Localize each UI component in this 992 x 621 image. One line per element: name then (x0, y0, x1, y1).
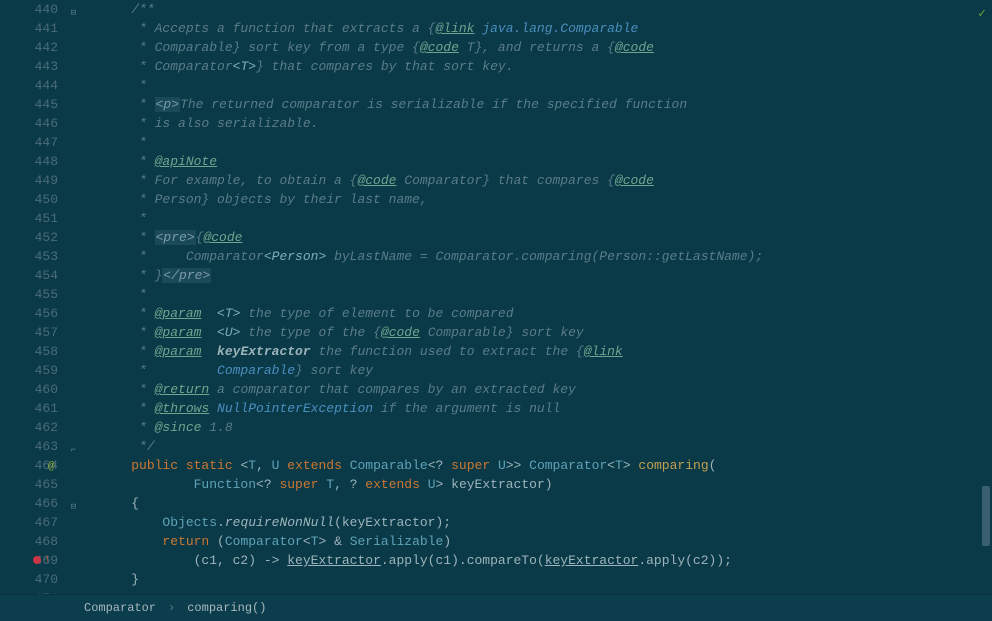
gutter-line[interactable]: 464@ (0, 456, 64, 475)
gutter-line[interactable]: 463⌐ (0, 437, 64, 456)
code-editor[interactable]: 440⊟441442443444445446447448449450451452… (0, 0, 992, 594)
code-line[interactable]: * (100, 133, 992, 152)
code-line[interactable]: * @apiNote (100, 152, 992, 171)
gutter[interactable]: 440⊟441442443444445446447448449450451452… (0, 0, 70, 594)
scrollbar-thumb[interactable] (982, 486, 990, 546)
code-line[interactable]: * @return a comparator that compares by … (100, 380, 992, 399)
code-line[interactable]: * @since 1.8 (100, 418, 992, 437)
code-line[interactable]: * (100, 76, 992, 95)
code-line[interactable]: * Comparable} sort key from a type {@cod… (100, 38, 992, 57)
gutter-line[interactable]: 459 (0, 361, 64, 380)
gutter-line[interactable]: 470 (0, 570, 64, 589)
code-line[interactable]: (c1, c2) -> keyExtractor.apply(c1).compa… (100, 551, 992, 570)
code-line[interactable]: * @throws NullPointerException if the ar… (100, 399, 992, 418)
gutter-line[interactable]: 453 (0, 247, 64, 266)
chevron-right-icon: › (168, 599, 175, 618)
code-line[interactable]: Function<? super T, ? extends U> keyExtr… (100, 475, 992, 494)
code-line[interactable] (100, 589, 992, 594)
gutter-line[interactable]: 446 (0, 114, 64, 133)
gutter-line[interactable]: 454 (0, 266, 64, 285)
breadcrumb[interactable]: Comparator › comparing() (0, 594, 992, 621)
gutter-line[interactable]: 448 (0, 152, 64, 171)
code-line[interactable]: * Person} objects by their last name, (100, 190, 992, 209)
gutter-line[interactable]: 467 (0, 513, 64, 532)
code-line[interactable]: * Accepts a function that extracts a {@l… (100, 19, 992, 38)
code-line[interactable]: * Comparator<T>} that compares by that s… (100, 57, 992, 76)
code-line[interactable]: * @param <T> the type of element to be c… (100, 304, 992, 323)
code-line[interactable]: * Comparable} sort key (100, 361, 992, 380)
code-line[interactable]: * @param <U> the type of the {@code Comp… (100, 323, 992, 342)
gutter-line[interactable]: 444 (0, 76, 64, 95)
code-line[interactable]: * (100, 285, 992, 304)
code-line[interactable]: * (100, 209, 992, 228)
gutter-line[interactable]: 449 (0, 171, 64, 190)
gutter-line[interactable]: 447 (0, 133, 64, 152)
fold-minus-icon[interactable]: ⊟ (66, 498, 76, 508)
code-line[interactable]: * @param keyExtractor the function used … (100, 342, 992, 361)
breadcrumb-item[interactable]: comparing() (187, 599, 266, 618)
gutter-line[interactable]: 441 (0, 19, 64, 38)
code-line[interactable]: public static <T, U extends Comparable<?… (100, 456, 992, 475)
fold-end-icon[interactable]: ⌐ (66, 441, 76, 451)
gutter-line[interactable]: 455 (0, 285, 64, 304)
code-line[interactable]: * <p>The returned comparator is serializ… (100, 95, 992, 114)
gutter-line[interactable]: 462 (0, 418, 64, 437)
inspection-ok-icon: ✓ (978, 4, 986, 23)
code-line[interactable]: } (100, 570, 992, 589)
gutter-line[interactable]: 440⊟ (0, 0, 64, 19)
gutter-line[interactable]: 468 (0, 532, 64, 551)
gutter-line[interactable]: 456 (0, 304, 64, 323)
gutter-line[interactable]: 450 (0, 190, 64, 209)
code-line[interactable]: * <pre>{@code (100, 228, 992, 247)
gutter-line[interactable]: 445 (0, 95, 64, 114)
gutter-line[interactable]: 460 (0, 380, 64, 399)
code-line[interactable]: * For example, to obtain a {@code Compar… (100, 171, 992, 190)
gutter-line[interactable]: 461 (0, 399, 64, 418)
gutter-line[interactable]: 443 (0, 57, 64, 76)
code-line[interactable]: /** (100, 0, 992, 19)
code-line[interactable]: * }</pre> (100, 266, 992, 285)
gutter-line[interactable]: 458 (0, 342, 64, 361)
gutter-line[interactable]: 466⊟ (0, 494, 64, 513)
code-line[interactable]: * is also serializable. (100, 114, 992, 133)
gutter-line[interactable]: 471 (0, 589, 64, 594)
fold-minus-icon[interactable]: ⊟ (66, 4, 76, 14)
code-line[interactable]: * Comparator<Person> byLastName = Compar… (100, 247, 992, 266)
gutter-line[interactable]: 457 (0, 323, 64, 342)
code-area[interactable]: /** * Accepts a function that extracts a… (70, 0, 992, 594)
gutter-line[interactable]: 452 (0, 228, 64, 247)
gutter-line[interactable]: 442 (0, 38, 64, 57)
code-line[interactable]: return (Comparator<T> & Serializable) (100, 532, 992, 551)
breadcrumb-item[interactable]: Comparator (84, 599, 156, 618)
code-line[interactable]: Objects.requireNonNull(keyExtractor); (100, 513, 992, 532)
gutter-line[interactable]: 469↑ (0, 551, 64, 570)
gutter-line[interactable]: 465 (0, 475, 64, 494)
code-line[interactable]: */ (100, 437, 992, 456)
gutter-line[interactable]: 451 (0, 209, 64, 228)
code-line[interactable]: { (100, 494, 992, 513)
